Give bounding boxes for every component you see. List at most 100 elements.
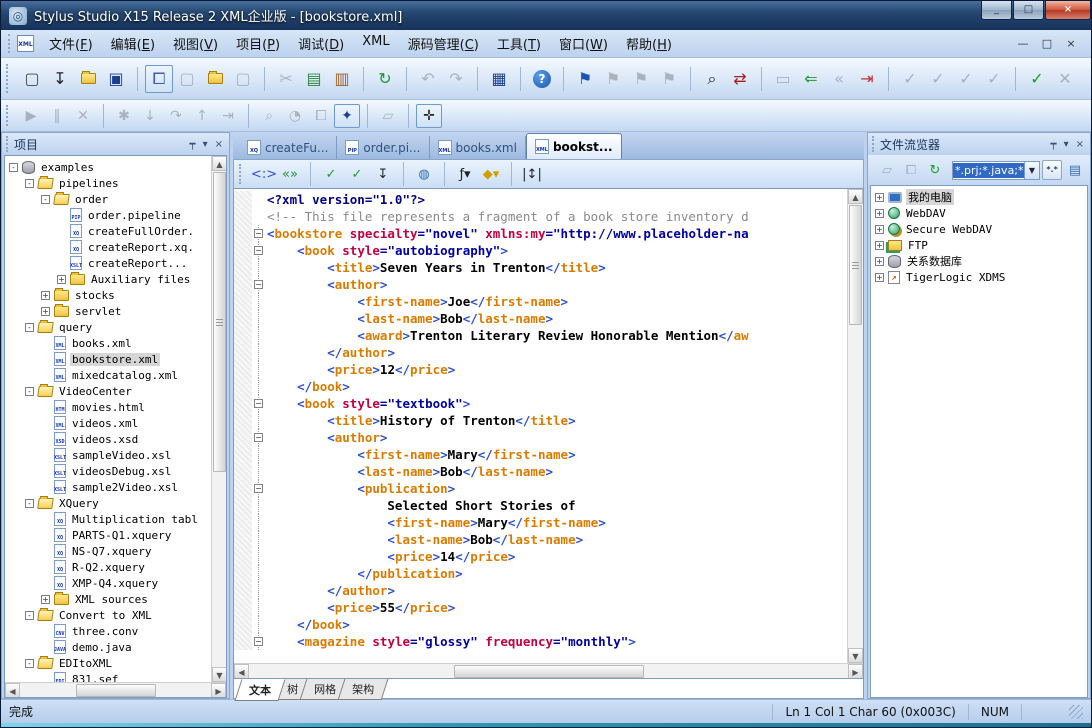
project-item-demo.java[interactable]: JAVAdemo.java (7, 639, 211, 655)
collapse-icon[interactable]: - (25, 659, 34, 668)
project-item-samplevideo.xsl[interactable]: XSLTsampleVideo.xsl (7, 447, 211, 463)
scroll-down-arrow[interactable]: ▼ (848, 648, 863, 663)
scroll-up-arrow[interactable]: ▲ (848, 189, 863, 204)
chevron-down-icon[interactable]: ▾ (1064, 139, 1069, 150)
expand-icon[interactable]: + (41, 291, 50, 300)
project-item-videocenter[interactable]: -VideoCenter (7, 383, 211, 399)
fold-collapse-icon[interactable]: − (254, 399, 263, 408)
menu-item-窗口[interactable]: 窗口(W) (550, 31, 617, 56)
expand-icon[interactable]: + (875, 241, 884, 250)
project-item-editoxml[interactable]: -EDItoXML (7, 655, 211, 671)
debug-toolbar-grip[interactable] (6, 105, 10, 127)
explorer-item-ftp[interactable]: +FTP (873, 237, 1087, 253)
copy-path-button[interactable]: ▤ (1064, 159, 1086, 181)
project-item-831.sef[interactable]: EDI831.sef (7, 671, 211, 682)
editor-tab-order.pi...[interactable]: PIPorder.pi... (337, 136, 429, 159)
indent-button[interactable]: ⇥ (853, 65, 881, 93)
project-tree-hscrollbar[interactable]: ◀ ▶ (5, 682, 226, 697)
project-item-convert-to-xml[interactable]: -Convert to XML (7, 607, 211, 623)
expand-icon[interactable]: + (57, 275, 66, 284)
project-item-parts-q1.xquery[interactable]: XQPARTS-Q1.xquery (7, 527, 211, 543)
project-item-order.pipeline[interactable]: PIPorder.pipeline (7, 207, 211, 223)
project-item-xquery[interactable]: -XQuery (7, 495, 211, 511)
project-tree-vscrollbar[interactable]: ▲ ▼ (211, 156, 226, 682)
project-item-videos.xml[interactable]: XMLvideos.xml (7, 415, 211, 431)
editor-tab-books.xml[interactable]: XMLbooks.xml (430, 136, 526, 159)
scroll-left-arrow[interactable]: ◀ (234, 664, 249, 679)
bookmark-button[interactable]: ⚑ (571, 65, 599, 93)
selection-margin[interactable] (234, 361, 252, 378)
selection-margin[interactable] (234, 276, 252, 293)
project-item-xmp-q4.xquery[interactable]: XQXMP-Q4.xquery (7, 575, 211, 591)
scroll-thumb[interactable] (849, 205, 862, 325)
project-item-createreport.xq.[interactable]: XQcreateReport.xq. (7, 239, 211, 255)
selection-margin[interactable] (234, 429, 252, 446)
selection-margin[interactable] (234, 531, 252, 548)
selection-margin[interactable] (234, 259, 252, 276)
explorer-item-关系数据库[interactable]: +关系数据库 (873, 253, 1087, 269)
project-item-examples[interactable]: -examples (7, 159, 211, 175)
menu-item-帮助[interactable]: 帮助(H) (617, 31, 681, 56)
scroll-thumb[interactable] (454, 665, 644, 678)
collapse-icon[interactable]: - (9, 163, 18, 172)
selection-margin[interactable] (234, 548, 252, 565)
fold-collapse-icon[interactable]: − (254, 280, 263, 289)
validate-with-schema-button[interactable]: ✓ (318, 162, 344, 186)
project-item-videosdebug.xsl[interactable]: XSLTvideosDebug.xsl (7, 463, 211, 479)
expand-icon[interactable]: + (875, 273, 884, 282)
browser-preview-button[interactable]: ◍ (411, 162, 437, 186)
project-item-videos.xsd[interactable]: XSDvideos.xsd (7, 431, 211, 447)
selection-margin[interactable] (234, 310, 252, 327)
scenario-properties-button[interactable]: ✦ (334, 104, 360, 128)
project-item-servlet[interactable]: +servlet (7, 303, 211, 319)
save-result-button[interactable]: ↧ (370, 162, 396, 186)
selection-margin[interactable] (234, 395, 252, 412)
selection-margin[interactable] (234, 497, 252, 514)
project-item-three.conv[interactable]: CNVthree.conv (7, 623, 211, 639)
scroll-right-arrow[interactable]: ▶ (211, 683, 226, 698)
project-item-createreport...[interactable]: XSLTcreateReport... (7, 255, 211, 271)
explorer-item-我的电脑[interactable]: +我的电脑 (873, 189, 1087, 205)
collapse-icon[interactable]: - (25, 323, 34, 332)
match-tag-button[interactable]: |↕| (519, 162, 545, 186)
selection-margin[interactable] (234, 327, 252, 344)
close-icon[interactable]: × (215, 139, 223, 150)
project-item-auxiliary-files[interactable]: +Auxiliary files (7, 271, 211, 287)
explorer-item-tigerlogic-xdms[interactable]: +↗TigerLogic XDMS (873, 269, 1087, 285)
collapse-icon[interactable]: - (25, 387, 34, 396)
project-item-mixedcatalog.xml[interactable]: XMLmixedcatalog.xml (7, 367, 211, 383)
expand-icon[interactable]: + (875, 193, 884, 202)
selection-margin[interactable] (234, 565, 252, 582)
menu-item-调试[interactable]: 调试(D) (289, 31, 353, 56)
expand-icon[interactable]: + (875, 209, 884, 218)
expand-icon[interactable]: + (41, 307, 50, 316)
set-filter-button[interactable]: *.* (1042, 160, 1062, 180)
open-folder-button[interactable] (74, 65, 102, 93)
save-button[interactable]: ▣ (102, 65, 130, 93)
scroll-left-arrow[interactable]: ◀ (5, 683, 20, 698)
expand-icon[interactable]: + (875, 225, 884, 234)
refresh-button[interactable]: ↻ (371, 65, 399, 93)
scroll-right-arrow[interactable]: ▶ (848, 664, 863, 679)
explorer-item-webdav[interactable]: +WebDAV (873, 205, 1087, 221)
maximize-button[interactable]: □ (1013, 1, 1044, 20)
collapse-icon[interactable]: - (25, 611, 34, 620)
selection-margin[interactable] (234, 208, 252, 225)
collapse-icon[interactable]: - (25, 179, 34, 188)
project-item-query[interactable]: -query (7, 319, 211, 335)
word-wrap-button[interactable]: «» (277, 162, 303, 186)
panel-grip[interactable] (872, 136, 875, 151)
new-validation-button[interactable]: ✓ (1023, 65, 1051, 93)
project-item-xml-sources[interactable]: +XML sources (7, 591, 211, 607)
menu-item-视图[interactable]: 视图(V) (164, 31, 227, 56)
mode-tab-0[interactable]: 文本 (234, 679, 285, 701)
selection-margin[interactable] (234, 514, 252, 531)
project-item-pipelines[interactable]: -pipelines (7, 175, 211, 191)
fold-collapse-icon[interactable]: − (254, 246, 263, 255)
refresh-explorer-button[interactable]: ↻ (923, 159, 947, 181)
fold-collapse-icon[interactable]: − (254, 637, 263, 646)
resize-grip[interactable] (1069, 705, 1083, 719)
import-document-button[interactable]: ↧ (46, 65, 74, 93)
selection-margin[interactable] (234, 633, 252, 650)
pin-icon[interactable]: ┯ (190, 139, 196, 150)
